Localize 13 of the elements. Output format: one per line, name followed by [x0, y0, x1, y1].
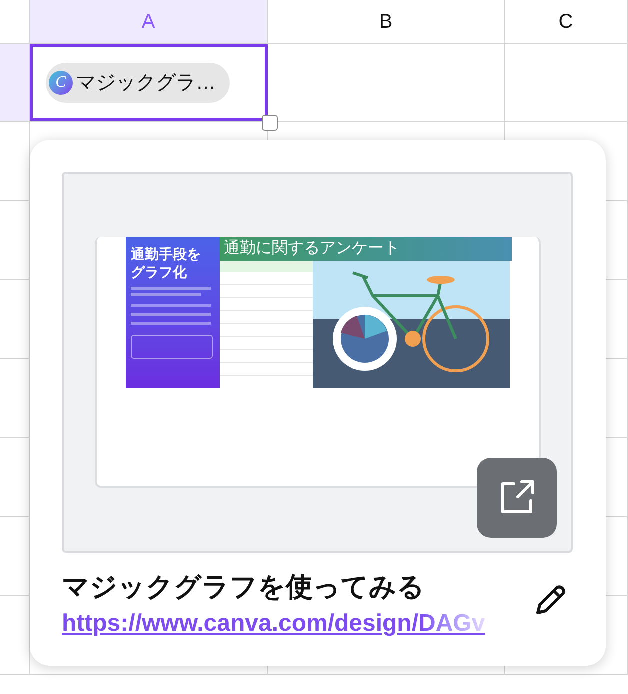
text-placeholder-line [131, 293, 201, 296]
design-title: マジックグラフを使ってみる [62, 571, 426, 604]
thumbnail-headline: 通勤手段をグラフ化 [131, 245, 202, 281]
link-chip[interactable]: C マジックグラ… [46, 62, 230, 102]
resize-handle[interactable] [262, 115, 278, 131]
row-header[interactable] [0, 44, 30, 121]
chip-text: マジックグラ… [76, 70, 216, 96]
logo-icon: C [49, 70, 73, 94]
column-header[interactable]: A [30, 0, 268, 43]
banner-title: 通勤に関するアンケート [224, 238, 400, 259]
open-external-button[interactable] [477, 458, 557, 538]
selected-cell[interactable]: C マジックグラ… [30, 44, 268, 121]
pie-chart-drawing [333, 307, 397, 371]
